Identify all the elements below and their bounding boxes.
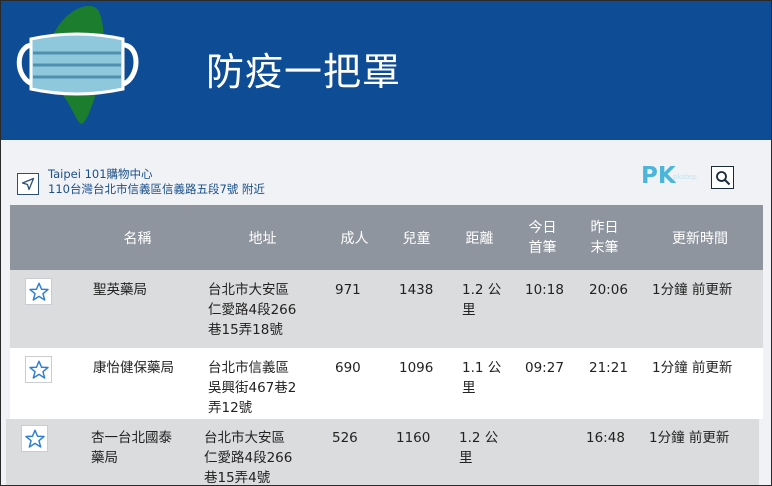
column-header-child[interactable]: 兒童	[394, 229, 439, 249]
column-header-last-line1: 昨日	[590, 220, 619, 236]
distance-line1: 1.1 公	[462, 360, 502, 376]
brand-logo: PK pkstep	[641, 163, 709, 193]
pharmacy-address[interactable]: 台北市大安區 仁愛路4段266 巷15弄18號	[208, 280, 296, 340]
distance-line2: 里	[459, 450, 473, 466]
address-line2: 吳興街467巷2	[208, 380, 297, 396]
favorite-button[interactable]	[21, 425, 48, 452]
column-header-first-line2: 首筆	[528, 240, 557, 256]
pharmacy-name[interactable]: 康怡健保藥局	[93, 358, 174, 378]
pharmacy-name-line1: 聖英藥局	[93, 282, 147, 298]
address-line1: 台北市信義區	[208, 360, 289, 376]
distance-line2: 里	[462, 380, 476, 396]
app-header: 防疫一把罩	[1, 1, 771, 140]
distance-line1: 1.2 公	[462, 282, 502, 298]
distance-line1: 1.2 公	[459, 430, 499, 446]
column-header-address[interactable]: 地址	[235, 229, 290, 249]
column-header-last-line2: 末筆	[590, 240, 619, 256]
last-yesterday-time: 20:06	[589, 282, 628, 298]
last-yesterday-time: 21:21	[589, 360, 628, 376]
address-line1: 台北市大安區	[208, 282, 289, 298]
pharmacy-address[interactable]: 台北市大安區 仁愛路4段266 巷15弄4號	[204, 428, 292, 485]
distance: 1.2 公 里	[462, 280, 501, 320]
pharmacy-name-line1: 康怡健保藥局	[93, 360, 174, 376]
column-header-name[interactable]: 名稱	[110, 229, 165, 249]
first-today-time: 09:27	[525, 360, 564, 376]
locate-button[interactable]	[17, 173, 39, 195]
pharmacy-name[interactable]: 聖英藥局	[93, 280, 147, 300]
address-line3: 巷15弄4號	[204, 470, 271, 485]
distance-line2: 里	[462, 302, 476, 318]
current-location[interactable]: Taipei 101購物中心 110台灣台北市信義區信義路五段7號 附近	[48, 167, 265, 197]
pharmacy-address[interactable]: 台北市信義區 吳興街467巷2 弄12號	[208, 358, 296, 418]
distance: 1.1 公 里	[462, 358, 501, 398]
address-line1: 台北市大安區	[204, 430, 285, 446]
search-icon	[715, 170, 730, 185]
table-row[interactable]: 康怡健保藥局 台北市信義區 吳興街467巷2 弄12號 690 1096 1.1…	[10, 348, 763, 419]
address-line2: 仁愛路4段266	[208, 302, 297, 318]
brand-mark: PK	[641, 163, 676, 189]
favorite-button[interactable]	[25, 356, 52, 383]
adult-mask-count: 526	[332, 430, 358, 446]
brand-subtext: pkstep	[673, 173, 697, 181]
taiwan-mask-logo-icon	[16, 5, 139, 125]
star-outline-icon	[28, 360, 49, 379]
star-outline-icon	[28, 282, 49, 301]
navigation-arrow-icon	[21, 177, 35, 191]
distance: 1.2 公 里	[459, 428, 498, 468]
favorite-button[interactable]	[25, 278, 52, 305]
column-header-first[interactable]: 今日 首筆	[520, 218, 565, 258]
table-row[interactable]: 杏一台北國泰 藥局 台北市大安區 仁愛路4段266 巷15弄4號 526 116…	[6, 419, 759, 485]
pharmacy-name-line2: 藥局	[91, 450, 118, 466]
first-today-time: 10:18	[525, 282, 564, 298]
app-title: 防疫一把罩	[206, 50, 402, 94]
location-name: Taipei 101購物中心	[48, 167, 153, 181]
address-line3: 弄12號	[208, 400, 253, 416]
last-yesterday-time: 16:48	[586, 430, 625, 446]
updated-time: 1分鐘 前更新	[652, 360, 733, 376]
updated-time: 1分鐘 前更新	[652, 282, 733, 298]
table-row[interactable]: 聖英藥局 台北市大安區 仁愛路4段266 巷15弄18號 971 1438 1.…	[10, 270, 763, 348]
star-outline-icon	[24, 429, 45, 448]
child-mask-count: 1096	[399, 360, 434, 376]
table-header: 名稱 地址 成人 兒童 距離 今日 首筆 昨日 末筆 更新時間	[10, 205, 763, 270]
column-header-first-line1: 今日	[528, 220, 557, 236]
child-mask-count: 1438	[399, 282, 434, 298]
column-header-distance[interactable]: 距離	[457, 229, 502, 249]
adult-mask-count: 690	[335, 360, 361, 376]
column-header-updated[interactable]: 更新時間	[662, 229, 738, 249]
column-header-adult[interactable]: 成人	[332, 229, 377, 249]
pharmacy-name[interactable]: 杏一台北國泰 藥局	[91, 428, 172, 468]
address-line3: 巷15弄18號	[208, 322, 283, 338]
pharmacy-name-line1: 杏一台北國泰	[91, 430, 172, 446]
search-button[interactable]	[711, 166, 734, 189]
child-mask-count: 1160	[396, 430, 431, 446]
updated-time: 1分鐘 前更新	[649, 430, 730, 446]
location-address: 110台灣台北市信義區信義路五段7號 附近	[48, 182, 265, 196]
address-line2: 仁愛路4段266	[204, 450, 293, 466]
adult-mask-count: 971	[335, 282, 361, 298]
column-header-last[interactable]: 昨日 末筆	[582, 218, 627, 258]
